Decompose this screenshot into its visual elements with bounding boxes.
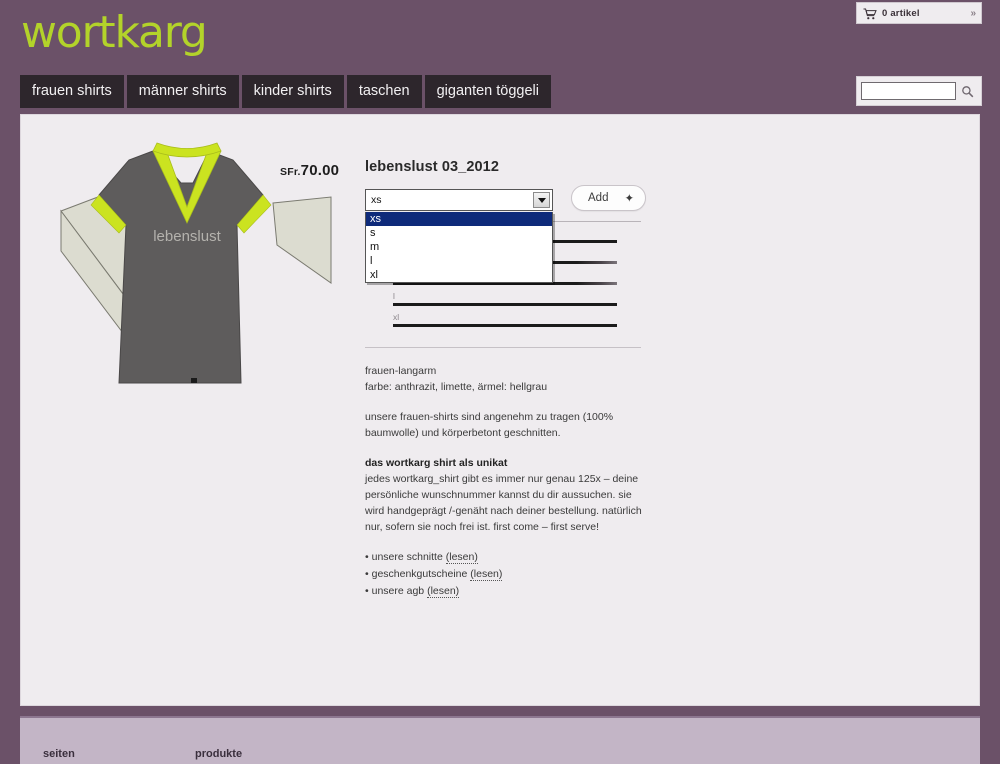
- stock-label-xl: xl: [393, 312, 400, 322]
- plus-icon: ✦: [624, 193, 635, 205]
- list-item: • unsere agb (lesen): [365, 583, 645, 599]
- site-footer: seiten produkte: [20, 716, 980, 764]
- bullet-icon: •: [365, 551, 369, 563]
- stock-label-l: l: [393, 291, 395, 301]
- magnifier-icon[interactable]: [961, 85, 974, 98]
- nav-item-giganten-toeggeli[interactable]: giganten töggeli: [424, 75, 552, 108]
- search-widget: [856, 76, 982, 106]
- add-to-cart-label: Add: [588, 192, 609, 204]
- size-select[interactable]: xs: [365, 189, 553, 211]
- product-price: SFr.70.00: [280, 162, 339, 180]
- divider-bottom: [365, 347, 641, 348]
- lesen-link-schnitte[interactable]: (lesen): [445, 551, 478, 564]
- footer-column-seiten[interactable]: seiten: [43, 748, 75, 760]
- option-m[interactable]: m: [366, 240, 552, 254]
- cart-expand-icon[interactable]: »: [970, 8, 975, 19]
- price-amount: 70.00: [300, 162, 340, 179]
- content-panel: lebenslust SFr.70.00 lebenslust 03_2012 …: [20, 114, 980, 706]
- option-l[interactable]: l: [366, 254, 552, 268]
- option-s[interactable]: s: [366, 226, 552, 240]
- size-select-value: xs: [371, 194, 382, 206]
- page-title: lebenslust 03_2012: [365, 159, 499, 175]
- size-select-options: xs s m l xl: [365, 212, 553, 283]
- bullet-icon: •: [365, 568, 369, 580]
- link-text-geschenkgutscheine: geschenkgutscheine: [371, 568, 468, 580]
- link-text-schnitte: unsere schnitte: [371, 551, 443, 563]
- product-description: frauen-langarm farbe: anthrazit, limette…: [365, 363, 645, 599]
- description-colors: frauen-langarm farbe: anthrazit, limette…: [365, 363, 645, 395]
- info-link-list: • unsere schnitte (lesen) • geschenkguts…: [365, 549, 645, 599]
- price-currency: SFr.: [280, 166, 301, 178]
- shopping-cart-icon: [863, 7, 877, 20]
- nav-item-kinder-shirts[interactable]: kinder shirts: [241, 75, 344, 108]
- cart-count-label: 0 artikel: [882, 7, 920, 19]
- product-details: lebenslust 03_2012 xs xs s m l xl Add ✦ …: [365, 159, 646, 600]
- description-paragraph-1: unsere frauen-shirts sind angenehm zu tr…: [365, 411, 614, 439]
- lesen-link-agb[interactable]: (lesen): [427, 585, 460, 598]
- nav-item-frauen-shirts[interactable]: frauen shirts: [20, 75, 124, 108]
- purchase-controls: xs xs s m l xl Add ✦: [365, 185, 646, 283]
- stock-bar-xl: [393, 324, 617, 327]
- description-line1: frauen-langarm: [365, 365, 437, 377]
- main-navigation: frauen shirts männer shirts kinder shirt…: [20, 75, 552, 108]
- list-item: • geschenkgutscheine (lesen): [365, 566, 645, 582]
- lesen-link-geschenkgutscheine[interactable]: (lesen): [470, 568, 503, 581]
- link-text-agb: unsere agb: [371, 585, 425, 597]
- stock-row: xl: [365, 312, 645, 333]
- option-xl[interactable]: xl: [366, 268, 552, 282]
- description-paragraph-2: jedes wortkarg_shirt gibt es immer nur g…: [365, 473, 642, 533]
- description-line2: farbe: anthrazit, limette, ärmel: hellgr…: [365, 381, 548, 393]
- cart-widget[interactable]: 0 artikel »: [856, 2, 982, 24]
- stock-bar-l: [393, 303, 617, 306]
- bullet-icon: •: [365, 585, 369, 597]
- list-item: • unsere schnitte (lesen): [365, 549, 645, 565]
- search-input[interactable]: [861, 82, 956, 100]
- nav-item-taschen[interactable]: taschen: [346, 75, 422, 108]
- site-logo[interactable]: wortkarg: [21, 11, 208, 55]
- footer-column-produkte[interactable]: produkte: [195, 748, 242, 760]
- description-heading: das wortkarg shirt als unikat: [365, 457, 508, 469]
- option-xs[interactable]: xs: [366, 212, 552, 226]
- add-to-cart-button[interactable]: Add ✦: [571, 185, 646, 211]
- shirt-print-text: lebenslust: [153, 228, 221, 245]
- stock-row: l: [365, 291, 645, 312]
- chevron-down-icon[interactable]: [533, 192, 550, 208]
- nav-item-maenner-shirts[interactable]: männer shirts: [126, 75, 239, 108]
